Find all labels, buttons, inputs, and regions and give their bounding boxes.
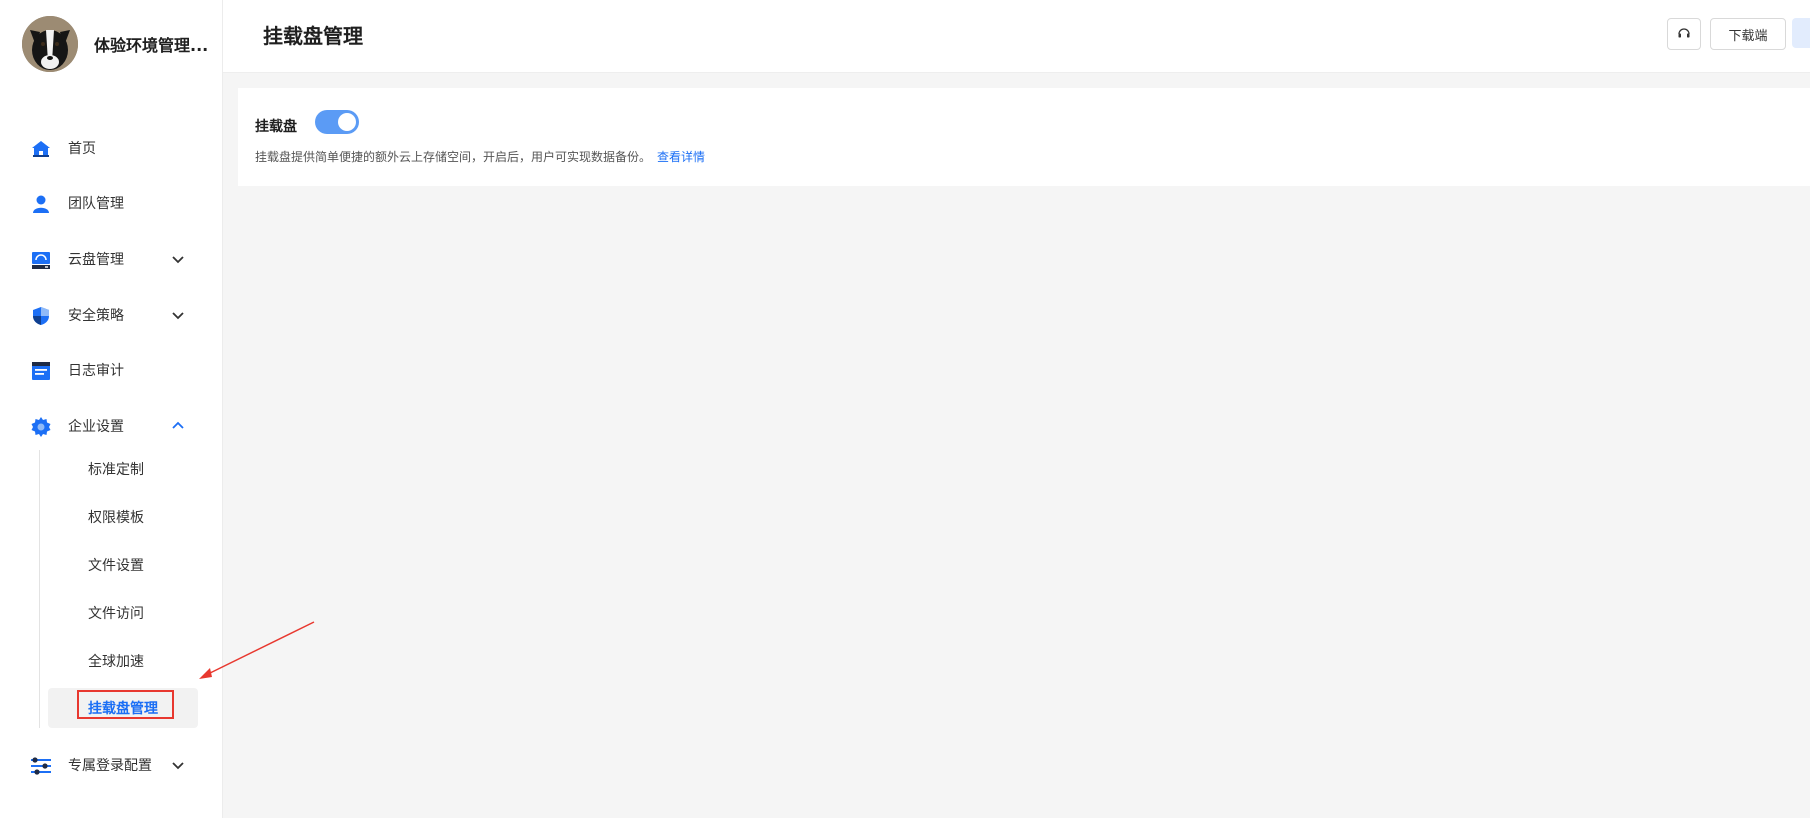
submenu-divider — [39, 450, 40, 728]
chevron-up-icon[interactable] — [170, 418, 186, 434]
page-title: 挂载盘管理 — [263, 24, 363, 48]
nav-label: 云盘管理 — [68, 252, 124, 268]
nav-label: 日志审计 — [68, 363, 124, 379]
mount-drive-card: 挂载盘 挂载盘提供简单便捷的额外云上存储空间，开启后，用户可实现数据备份。 查看详… — [238, 88, 1810, 186]
sub-item-global-acceleration[interactable]: 全球加速 — [48, 641, 198, 681]
user-icon — [30, 193, 52, 215]
chevron-down-icon[interactable] — [170, 757, 186, 773]
brand-name: 体验环境管理... — [94, 36, 209, 55]
nav-item-team[interactable]: 团队管理 — [0, 181, 222, 225]
log-icon — [30, 360, 52, 382]
sliders-icon — [30, 755, 52, 777]
annotation-arrow — [199, 621, 315, 679]
highlight-box — [77, 690, 174, 719]
sub-item-label: 权限模板 — [88, 510, 144, 526]
download-client-button[interactable]: 下载端 — [1710, 18, 1786, 50]
toggle-knob — [338, 113, 356, 131]
chevron-down-icon[interactable] — [170, 251, 186, 267]
truncated-header-button[interactable] — [1792, 18, 1810, 48]
view-details-link[interactable]: 查看详情 — [657, 150, 705, 164]
headset-icon — [1677, 25, 1691, 44]
sub-item-standard-customization[interactable]: 标准定制 — [48, 449, 198, 489]
nav-item-log-audit[interactable]: 日志审计 — [0, 348, 222, 392]
nav-label: 首页 — [68, 141, 96, 157]
sub-item-file-settings[interactable]: 文件设置 — [48, 545, 198, 585]
avatar — [22, 16, 78, 72]
nav-label: 企业设置 — [68, 419, 124, 435]
sub-item-label: 全球加速 — [88, 654, 144, 670]
nav-item-enterprise-settings[interactable]: 企业设置 — [0, 404, 222, 448]
gear-icon — [30, 416, 52, 438]
nav-label: 专属登录配置 — [68, 758, 152, 774]
nav-label: 团队管理 — [68, 196, 124, 212]
sub-item-file-access[interactable]: 文件访问 — [48, 593, 198, 633]
support-button[interactable] — [1667, 18, 1701, 50]
sub-item-label: 标准定制 — [88, 462, 144, 478]
top-bar: 挂载盘管理 下载端 — [223, 0, 1810, 73]
mount-drive-description: 挂载盘提供简单便捷的额外云上存储空间，开启后，用户可实现数据备份。 查看详情 — [255, 148, 705, 165]
brand[interactable]: 体验环境管理... — [22, 16, 208, 72]
nav-item-security[interactable]: 安全策略 — [0, 293, 222, 337]
cloud-drive-icon — [30, 249, 52, 271]
nav-label: 安全策略 — [68, 308, 124, 324]
sub-item-permission-templates[interactable]: 权限模板 — [48, 497, 198, 537]
shield-icon — [30, 305, 52, 327]
mount-drive-title: 挂载盘 — [255, 119, 297, 135]
description-text: 挂载盘提供简单便捷的额外云上存储空间，开启后，用户可实现数据备份。 — [255, 150, 652, 164]
chevron-down-icon[interactable] — [170, 307, 186, 323]
sub-item-label: 文件访问 — [88, 606, 144, 622]
nav-item-home[interactable]: 首页 — [0, 126, 222, 170]
sub-item-label: 文件设置 — [88, 558, 144, 574]
nav-item-cloud-drive[interactable]: 云盘管理 — [0, 237, 222, 281]
mount-drive-toggle[interactable] — [315, 110, 359, 134]
nav-item-dedicated-login[interactable]: 专属登录配置 — [0, 743, 222, 787]
home-icon — [30, 138, 52, 160]
